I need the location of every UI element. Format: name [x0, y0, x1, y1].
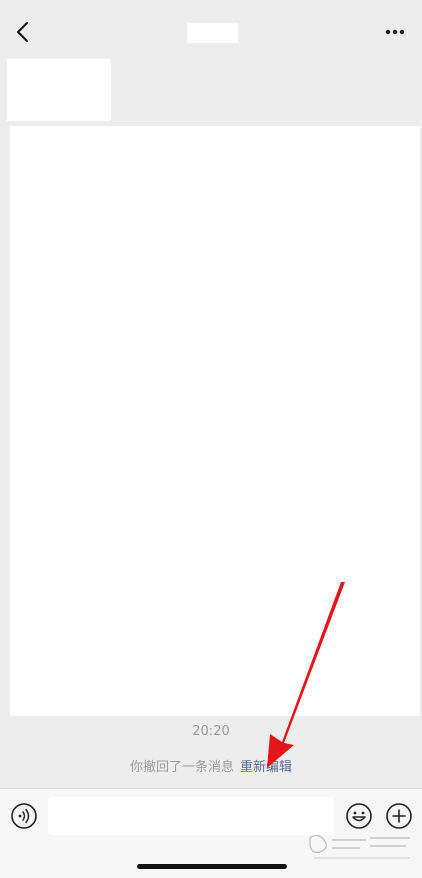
voice-icon[interactable] [10, 802, 38, 830]
emoji-icon[interactable] [345, 802, 373, 830]
redacted-message-small [7, 59, 111, 121]
navigation-bar [0, 0, 422, 60]
home-indicator [137, 864, 287, 869]
recall-text: 你撤回了一条消息 [129, 760, 234, 775]
recall-notice: 你撤回了一条消息 重新编辑 [0, 756, 422, 775]
message-timestamp: 20:20 [192, 724, 230, 739]
chat-title-redacted [187, 23, 238, 43]
redacted-message-large [10, 126, 420, 716]
more-icon[interactable] [380, 20, 410, 44]
back-icon[interactable] [10, 18, 38, 46]
plus-icon[interactable] [385, 802, 413, 830]
watermark-logo-icon [309, 834, 410, 859]
message-input[interactable] [48, 797, 334, 835]
reedit-link[interactable]: 重新编辑 [240, 760, 292, 775]
